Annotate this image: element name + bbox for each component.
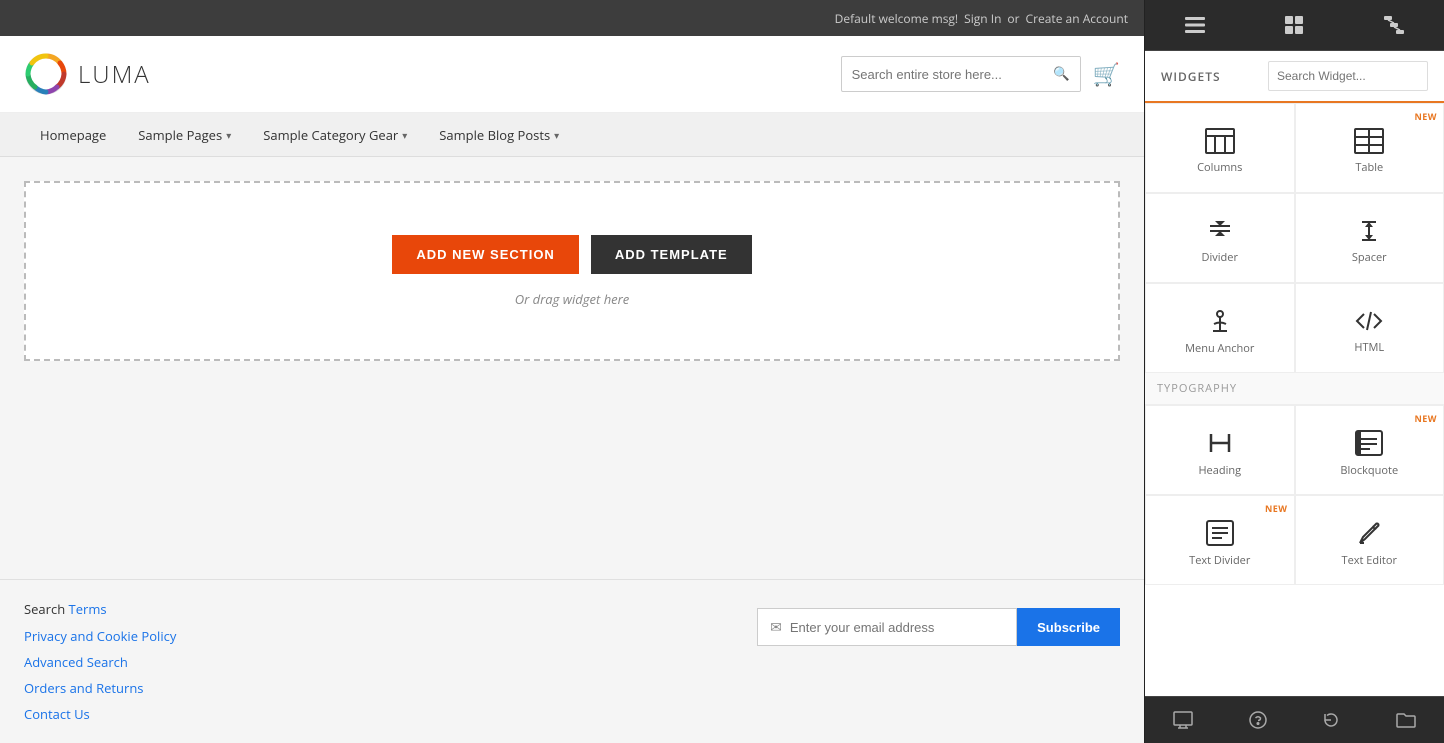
text-divider-icon [1205, 519, 1235, 547]
drop-zone-buttons: ADD NEW SECTION ADD TEMPLATE [392, 235, 751, 274]
widgets-area: Columns NEW Table [1145, 103, 1444, 696]
widget-menu-anchor[interactable]: Menu Anchor [1145, 283, 1295, 373]
or-separator: or [1007, 10, 1019, 27]
chevron-down-icon: ▾ [554, 128, 559, 142]
spacer-label: Spacer [1352, 250, 1387, 265]
search-bar[interactable]: 🔍 [841, 56, 1081, 92]
terms-link[interactable]: Terms [69, 600, 107, 618]
header-right: 🔍 🛒 [841, 56, 1120, 92]
menu-anchor-label: Menu Anchor [1185, 341, 1254, 356]
search-button[interactable]: 🔍 [1043, 57, 1080, 91]
luma-logo-icon [24, 52, 68, 96]
chevron-down-icon: ▾ [226, 128, 231, 142]
nav-item-category-gear[interactable]: Sample Category Gear ▾ [247, 114, 423, 156]
newsletter-area: ✉ Subscribe [757, 608, 1120, 646]
folder-button[interactable] [1382, 706, 1430, 734]
email-icon: ✉ [770, 618, 782, 637]
widget-spacer[interactable]: Spacer [1295, 193, 1444, 283]
widget-heading[interactable]: Heading [1145, 405, 1295, 495]
divider-label: Divider [1202, 250, 1238, 265]
blockquote-icon [1354, 429, 1384, 457]
logo-text: LUMA [78, 58, 151, 91]
divider-icon [1205, 218, 1235, 244]
sign-in-link[interactable]: Sign In [964, 10, 1001, 27]
widget-columns[interactable]: Columns [1145, 103, 1295, 193]
text-editor-icon [1355, 519, 1383, 547]
html-icon [1354, 308, 1384, 334]
orders-returns-link[interactable]: Orders and Returns [24, 679, 176, 697]
create-account-link[interactable]: Create an Account [1026, 10, 1128, 27]
widget-search-input[interactable] [1269, 69, 1428, 83]
nav-bar: Homepage Sample Pages ▾ Sample Category … [0, 113, 1144, 157]
new-badge: NEW [1414, 412, 1437, 425]
email-wrap: ✉ [757, 608, 1017, 646]
widget-divider[interactable]: Divider [1145, 193, 1295, 283]
heading-label: Heading [1198, 463, 1241, 478]
widget-text-editor[interactable]: Text Editor [1295, 495, 1444, 585]
drag-hint: Or drag widget here [515, 290, 630, 308]
grid-view-button[interactable] [1269, 8, 1319, 42]
table-label: Table [1355, 160, 1383, 175]
new-badge: NEW [1265, 502, 1288, 515]
logo-area[interactable]: LUMA [24, 52, 151, 96]
sidebar: WIDGETS 🔍 Columns [1144, 0, 1444, 743]
add-new-section-button[interactable]: ADD NEW SECTION [392, 235, 579, 274]
subscribe-button[interactable]: Subscribe [1017, 608, 1120, 646]
widget-table[interactable]: NEW Table [1295, 103, 1444, 193]
widgets-title: WIDGETS [1161, 68, 1221, 85]
contact-us-link[interactable]: Contact Us [24, 705, 176, 723]
search-icon: 🔍 [1053, 66, 1070, 82]
tree-view-button[interactable] [1368, 8, 1420, 42]
text-divider-label: Text Divider [1189, 553, 1250, 568]
help-button[interactable] [1235, 705, 1281, 735]
cart-icon[interactable]: 🛒 [1093, 59, 1120, 89]
chevron-down-icon: ▾ [402, 128, 407, 142]
builder-area: ADD NEW SECTION ADD TEMPLATE Or drag wid… [0, 157, 1144, 579]
search-text: Search [24, 600, 69, 618]
columns-icon [1205, 128, 1235, 154]
heading-icon [1206, 429, 1234, 457]
monitor-button[interactable] [1159, 705, 1207, 735]
typography-section-label: TYPOGRAPHY [1145, 373, 1444, 405]
footer-search-terms: Search Terms [24, 600, 176, 619]
text-editor-label: Text Editor [1342, 553, 1397, 568]
nav-item-homepage[interactable]: Homepage [24, 114, 122, 156]
widget-search-bar[interactable]: 🔍 [1268, 61, 1428, 91]
widget-blockquote[interactable]: NEW Blockquote [1295, 405, 1444, 495]
top-bar: Default welcome msg! Sign In or Create a… [0, 0, 1144, 36]
footer: Search Terms Privacy and Cookie Policy A… [0, 579, 1144, 743]
welcome-message: Default welcome msg! [835, 10, 958, 27]
footer-links: Search Terms Privacy and Cookie Policy A… [24, 600, 176, 723]
widget-html[interactable]: HTML [1295, 283, 1444, 373]
sidebar-bottom-toolbar [1145, 696, 1444, 743]
nav-item-blog-posts[interactable]: Sample Blog Posts ▾ [423, 114, 575, 156]
columns-label: Columns [1197, 160, 1242, 175]
privacy-link[interactable]: Privacy and Cookie Policy [24, 627, 176, 645]
widget-text-divider[interactable]: NEW Text Divider [1145, 495, 1295, 585]
search-input[interactable] [842, 67, 1043, 82]
new-badge: NEW [1414, 110, 1437, 123]
nav-item-sample-pages[interactable]: Sample Pages ▾ [122, 114, 247, 156]
spacer-icon [1354, 218, 1384, 244]
hamburger-menu-button[interactable] [1169, 9, 1221, 41]
table-icon [1354, 128, 1384, 154]
blockquote-label: Blockquote [1340, 463, 1398, 478]
email-input[interactable] [790, 620, 1004, 635]
add-template-button[interactable]: ADD TEMPLATE [591, 235, 752, 274]
history-button[interactable] [1308, 705, 1354, 735]
advanced-search-link[interactable]: Advanced Search [24, 653, 176, 671]
sidebar-header: WIDGETS 🔍 [1145, 51, 1444, 103]
anchor-icon [1206, 307, 1234, 335]
widget-grid: Columns NEW Table [1145, 103, 1444, 585]
header: LUMA 🔍 🛒 [0, 36, 1144, 113]
sidebar-toolbar [1145, 0, 1444, 51]
html-label: HTML [1354, 340, 1384, 355]
drop-zone: ADD NEW SECTION ADD TEMPLATE Or drag wid… [24, 181, 1120, 361]
